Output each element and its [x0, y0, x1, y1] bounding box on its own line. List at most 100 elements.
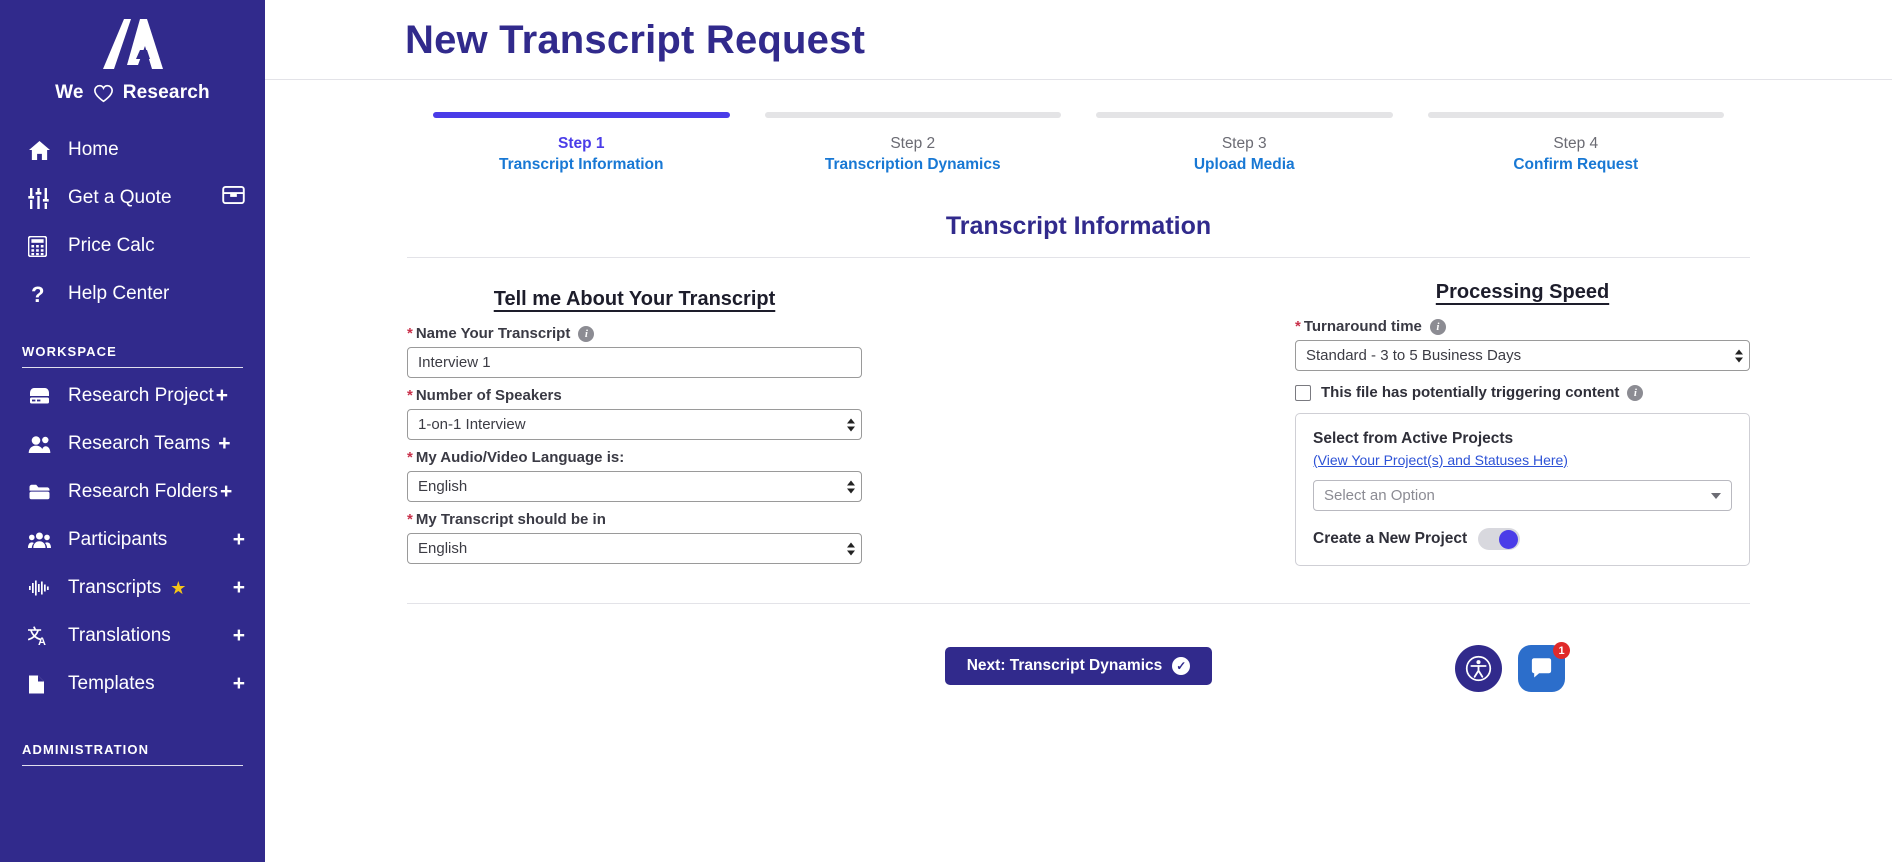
- info-icon[interactable]: i: [578, 325, 595, 342]
- document-icon: [28, 674, 58, 695]
- field-audio-video-language: * My Audio/Video Language is: English: [407, 449, 862, 502]
- sidebar-item-label: Transcripts: [68, 577, 162, 598]
- sidebar-item-research-teams[interactable]: Research Teams +: [0, 420, 265, 468]
- star-icon: ★: [170, 577, 187, 598]
- spinner-icon[interactable]: [847, 418, 855, 431]
- field-number-of-speakers: * Number of Speakers 1-on-1 Interview: [407, 387, 862, 440]
- project-select-placeholder: Select an Option: [1324, 487, 1435, 504]
- inbox-icon[interactable]: [222, 185, 245, 211]
- step-4-number: Step 4: [1553, 135, 1599, 152]
- brand-tagline: We Research: [0, 82, 265, 104]
- sidebar-item-transcripts[interactable]: Transcripts ★ +: [0, 564, 265, 612]
- transcript-language-label: * My Transcript should be in: [407, 511, 862, 528]
- sidebar-item-label: Translations: [68, 625, 171, 646]
- create-new-project-label: Create a New Project: [1313, 530, 1468, 547]
- calculator-icon: [28, 235, 58, 257]
- transcript-language-select[interactable]: English: [407, 533, 862, 564]
- add-participant-button[interactable]: +: [233, 528, 245, 552]
- form-actions: Next: Transcript Dynamics ✓: [265, 647, 1892, 685]
- step-1-number: Step 1: [557, 135, 605, 152]
- add-template-button[interactable]: +: [233, 672, 245, 696]
- svg-text:A: A: [38, 636, 46, 646]
- turnaround-time-select[interactable]: Standard - 3 to 5 Business Days: [1295, 340, 1750, 371]
- step-1-caption: Transcript Information: [499, 156, 664, 173]
- number-of-speakers-select[interactable]: 1-on-1 Interview: [407, 409, 862, 440]
- input-value: Interview 1: [418, 354, 491, 371]
- view-projects-link[interactable]: (View Your Project(s) and Statuses Here): [1313, 452, 1568, 468]
- step-2-bar: [764, 112, 1061, 118]
- form-bottom-divider: [407, 603, 1750, 604]
- create-new-project-toggle[interactable]: [1478, 528, 1521, 550]
- next-step-button[interactable]: Next: Transcript Dynamics ✓: [944, 647, 1213, 685]
- audio-video-language-select[interactable]: English: [407, 471, 862, 502]
- translate-icon: 文 A: [28, 626, 58, 646]
- audio-video-language-label: * My Audio/Video Language is:: [407, 449, 862, 466]
- brand-logo-icon: [102, 19, 163, 69]
- triggering-content-checkbox[interactable]: [1295, 384, 1311, 401]
- add-research-folder-button[interactable]: +: [220, 480, 232, 504]
- sidebar-item-research-project[interactable]: Research Project +: [0, 372, 265, 420]
- active-projects-panel: Select from Active Projects (View Your P…: [1295, 413, 1750, 566]
- field-transcript-language: * My Transcript should be in English: [407, 511, 862, 564]
- info-icon[interactable]: i: [1627, 384, 1644, 401]
- required-asterisk: *: [407, 511, 413, 528]
- label-text: Name Your Transcript: [415, 325, 571, 342]
- label-text: Turnaround time: [1303, 318, 1422, 335]
- sidebar-item-label: Research Teams: [68, 433, 211, 454]
- chevron-down-icon: [1711, 492, 1721, 499]
- server-icon: [28, 387, 58, 405]
- logo[interactable]: [0, 0, 265, 72]
- sidebar-item-translations[interactable]: 文 A Translations +: [0, 612, 265, 660]
- info-icon[interactable]: i: [1429, 318, 1446, 335]
- sidebar-item-label: Home: [68, 139, 119, 160]
- right-column: Processing Speed * Turnaround time i Sta…: [1079, 258, 1750, 573]
- step-2[interactable]: Step 2 Transcription Dynamics: [764, 112, 1061, 174]
- label-text: My Audio/Video Language is:: [415, 449, 625, 466]
- home-icon: [28, 140, 58, 161]
- spinner-icon[interactable]: [847, 542, 855, 555]
- sidebar-item-price-calc[interactable]: Price Calc: [0, 222, 265, 270]
- field-turnaround-time: * Turnaround time i Standard - 3 to 5 Bu…: [1295, 318, 1750, 371]
- toggle-knob: [1499, 529, 1519, 549]
- step-2-caption: Transcription Dynamics: [824, 156, 1001, 173]
- sidebar-item-get-a-quote[interactable]: Get a Quote: [0, 174, 265, 222]
- spinner-icon[interactable]: [1735, 349, 1743, 362]
- svg-text:?: ?: [31, 283, 44, 306]
- step-3-caption: Upload Media: [1193, 156, 1295, 173]
- next-step-label: Next: Transcript Dynamics: [966, 657, 1163, 674]
- label-text: My Transcript should be in: [415, 511, 606, 528]
- sidebar-item-label: Get a Quote: [68, 187, 172, 208]
- number-of-speakers-label: * Number of Speakers: [407, 387, 862, 404]
- name-your-transcript-input[interactable]: Interview 1: [407, 347, 862, 378]
- sidebar-section-workspace: WORKSPACE: [22, 344, 117, 359]
- add-research-team-button[interactable]: +: [218, 432, 230, 456]
- accessibility-button[interactable]: [1455, 645, 1502, 692]
- step-1[interactable]: Step 1 Transcript Information: [433, 112, 730, 174]
- brand-tagline-pre: We: [55, 82, 84, 103]
- sidebar: We Research Home Get a Quote Price Calc …: [0, 0, 265, 862]
- triggering-content-row: This file has potentially triggering con…: [1295, 384, 1750, 401]
- sidebar-workspace-nav: Research Project + Research Teams + Rese…: [0, 372, 265, 708]
- step-3[interactable]: Step 3 Upload Media: [1096, 112, 1393, 174]
- select-value: Standard - 3 to 5 Business Days: [1306, 347, 1522, 364]
- step-4[interactable]: Step 4 Confirm Request: [1427, 112, 1724, 174]
- sidebar-item-help-center[interactable]: ? Help Center: [0, 270, 265, 318]
- people-group-icon: [28, 531, 58, 549]
- select-value: English: [418, 540, 468, 557]
- add-transcript-button[interactable]: +: [233, 576, 245, 600]
- project-select[interactable]: Select an Option: [1313, 480, 1732, 511]
- sidebar-item-participants[interactable]: Participants +: [0, 516, 265, 564]
- step-3-bar: [1096, 112, 1393, 118]
- sidebar-item-home[interactable]: Home: [0, 126, 265, 174]
- turnaround-time-label: * Turnaround time i: [1295, 318, 1750, 335]
- add-research-project-button[interactable]: +: [216, 384, 228, 408]
- spinner-icon[interactable]: [847, 480, 855, 493]
- sidebar-item-research-folders[interactable]: Research Folders +: [0, 468, 265, 516]
- triggering-content-label: This file has potentially triggering con…: [1321, 384, 1620, 401]
- main-content: New Transcript Request Step 1 Transcript…: [265, 0, 1892, 862]
- left-column: Tell me About Your Transcript * Name You…: [407, 258, 1079, 573]
- add-translation-button[interactable]: +: [233, 624, 245, 648]
- sidebar-item-templates[interactable]: Templates +: [0, 660, 265, 708]
- sliders-icon: [28, 187, 58, 209]
- check-icon: ✓: [1172, 657, 1191, 675]
